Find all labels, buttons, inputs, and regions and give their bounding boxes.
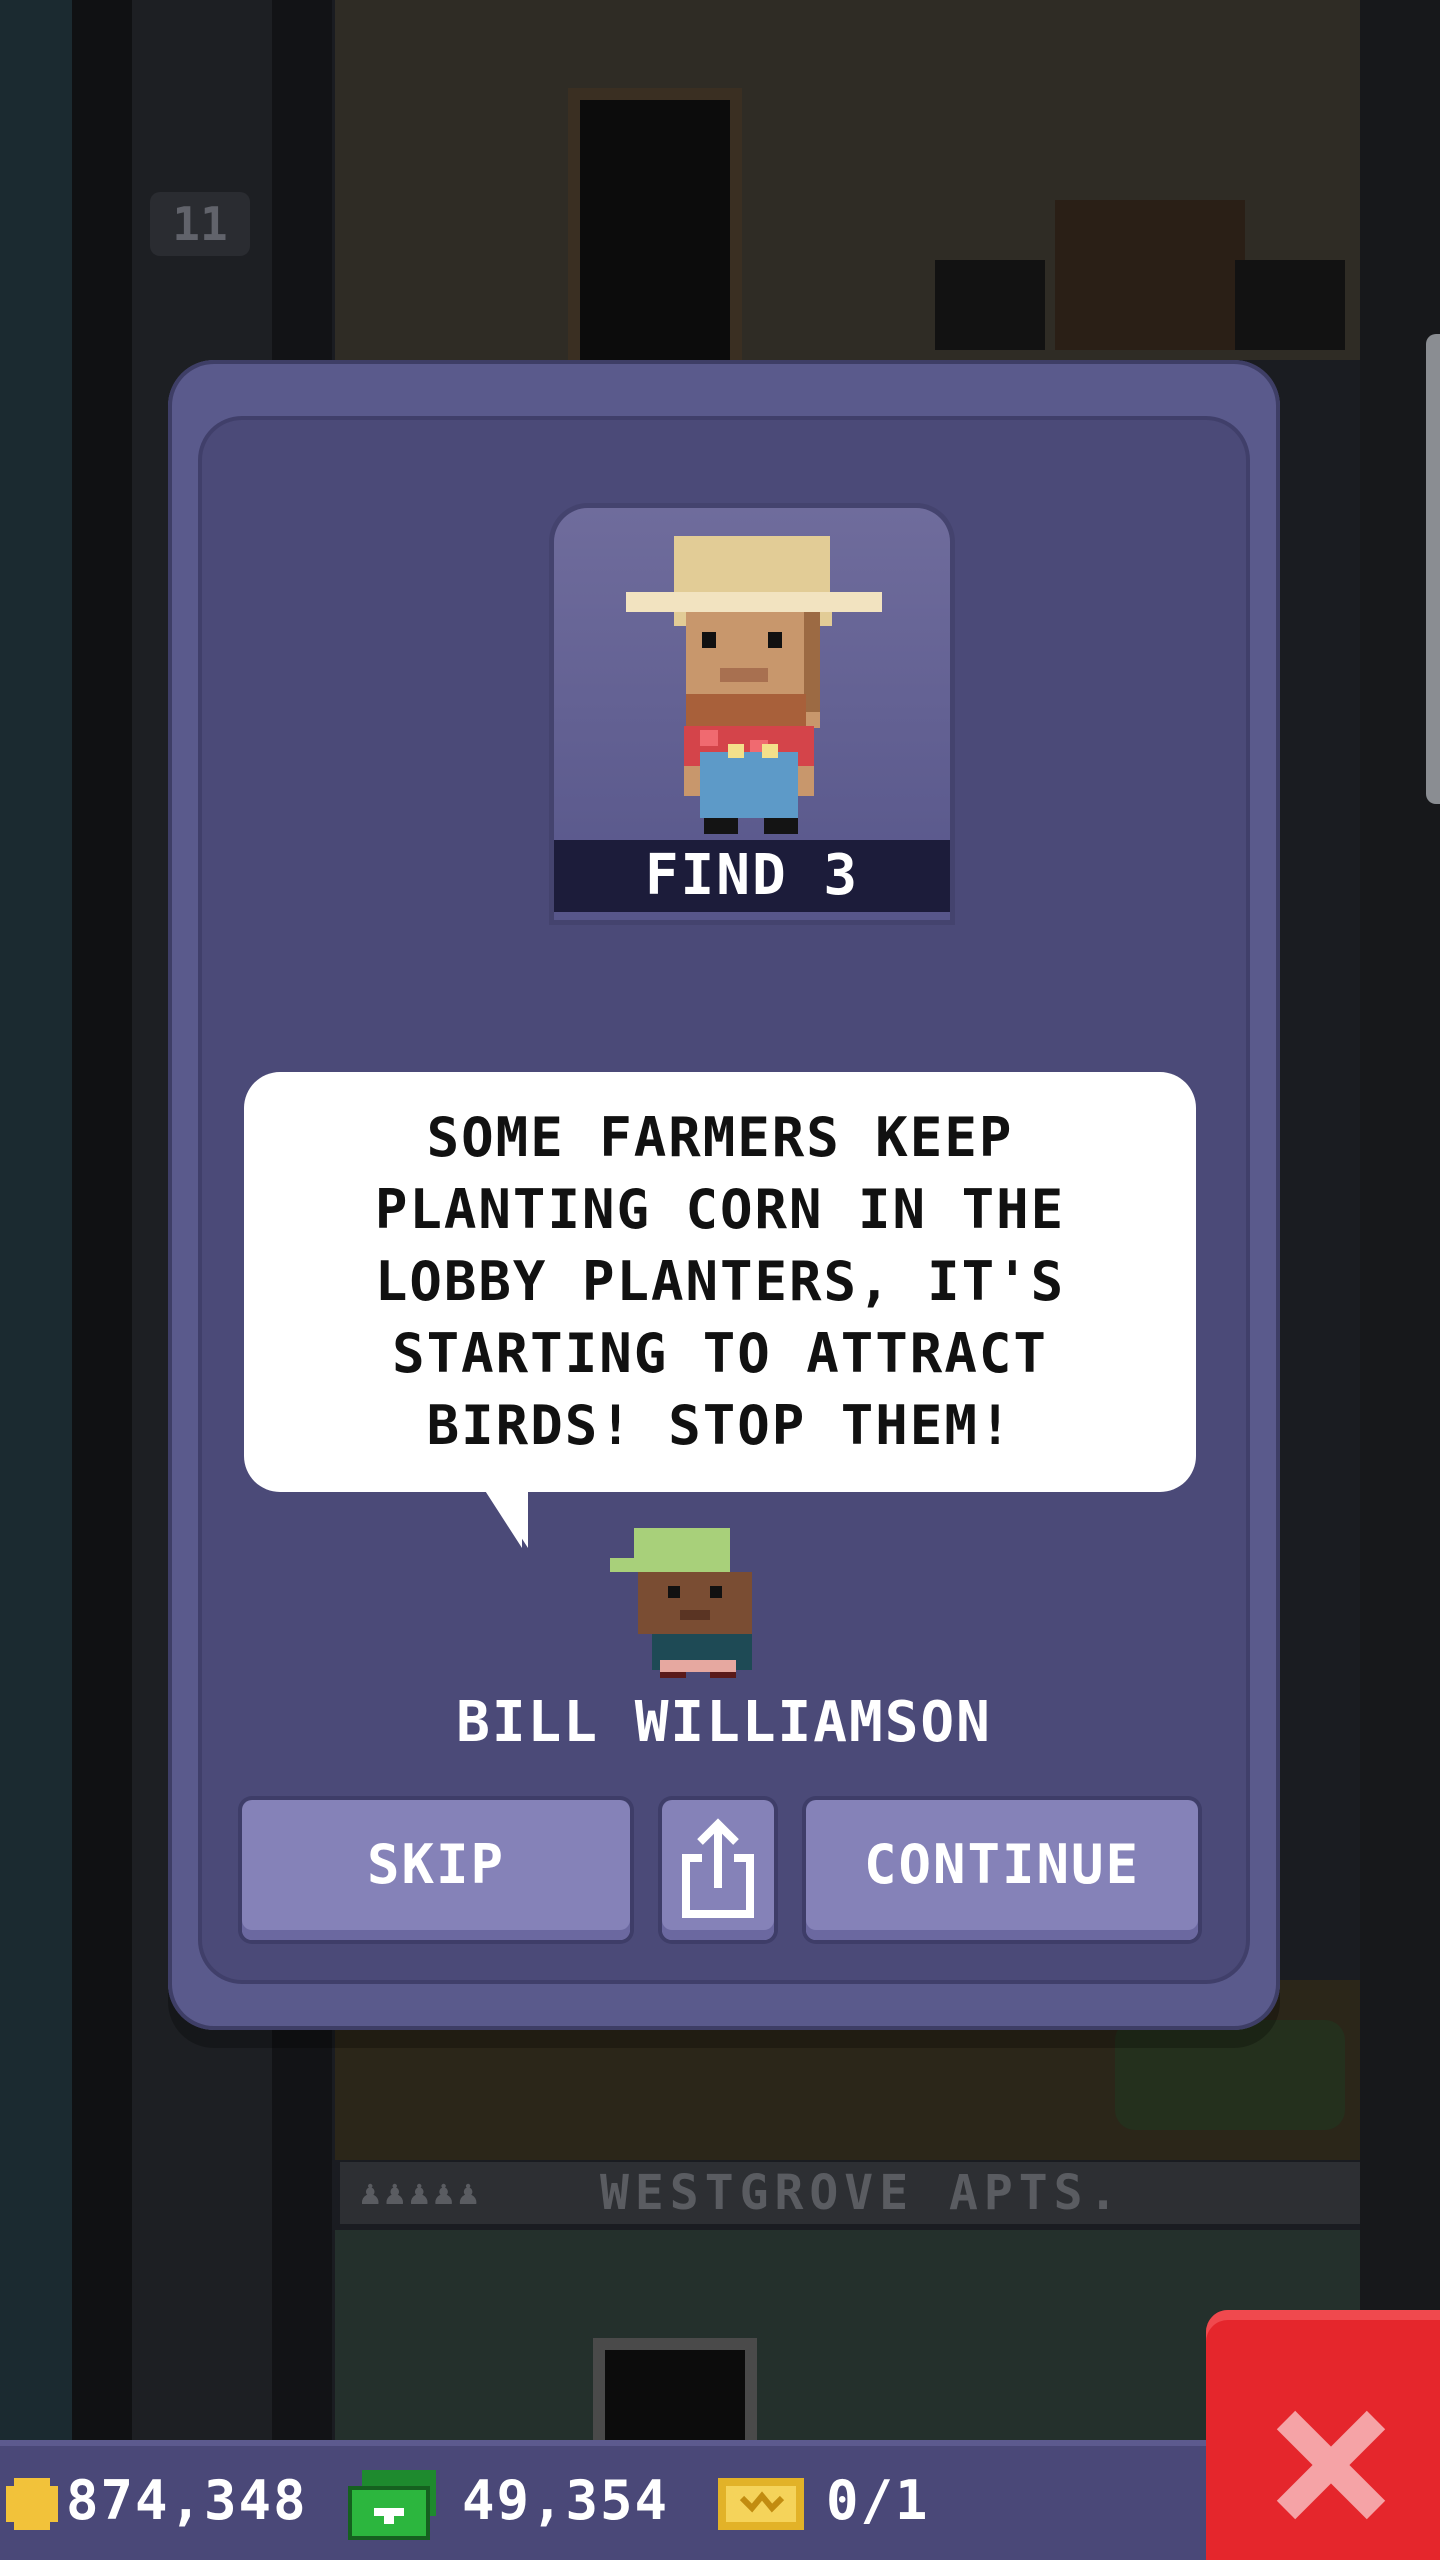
mouth bbox=[720, 668, 768, 682]
eye bbox=[702, 632, 716, 648]
bux-symbol bbox=[384, 2516, 394, 2524]
coin-body bbox=[6, 2486, 58, 2522]
resident-icons: ♟♟♟♟♟ bbox=[360, 2173, 483, 2213]
mouth bbox=[680, 1610, 710, 1620]
speaker-avatar bbox=[610, 1528, 752, 1678]
fireplace bbox=[1055, 200, 1245, 350]
plaid-pattern bbox=[700, 730, 718, 746]
floor-number: 11 bbox=[150, 192, 250, 256]
couch bbox=[1115, 2020, 1345, 2130]
speaker-name: BILL WILLIAMSON bbox=[456, 1690, 992, 1755]
shoe bbox=[710, 1672, 736, 1678]
boot bbox=[764, 818, 798, 834]
share-icon bbox=[682, 1818, 754, 1918]
speech-bubble: SOME FARMERS KEEP PLANTING CORN IN THE L… bbox=[244, 1072, 1196, 1492]
floor-sign: ♟♟♟♟♟ WESTGROVE APTS. bbox=[340, 2162, 1360, 2224]
mission-dialog: FIND 3 SOME FARMERS KEEP PLANTING CORN I… bbox=[168, 360, 1280, 2030]
farmer-avatar bbox=[626, 536, 882, 834]
room-door bbox=[580, 100, 730, 360]
eye bbox=[710, 1586, 722, 1598]
overall-button bbox=[762, 744, 778, 758]
cap-brim bbox=[610, 1558, 650, 1572]
tower-bux-icon bbox=[348, 2470, 436, 2540]
game-screen: 11 ♟♟♟♟♟ WESTGROVE APTS. FIND 3 SOME FAR… bbox=[0, 0, 1440, 2560]
room-door bbox=[605, 2350, 745, 2440]
speech-bubble-tail bbox=[482, 1486, 522, 1548]
hand bbox=[798, 766, 814, 796]
shoe bbox=[660, 1672, 686, 1678]
overall-button bbox=[728, 744, 744, 758]
bux-count: 49,354 bbox=[462, 2469, 670, 2532]
continue-button[interactable]: CONTINUE bbox=[806, 1800, 1198, 1940]
face bbox=[638, 1572, 752, 1634]
beard bbox=[686, 694, 806, 728]
shorts bbox=[660, 1660, 736, 1672]
close-icon bbox=[1276, 2410, 1386, 2520]
eye bbox=[768, 632, 782, 648]
hat-brim bbox=[626, 592, 882, 612]
close-button[interactable] bbox=[1206, 2310, 1440, 2560]
golden-ticket-icon bbox=[718, 2478, 804, 2530]
floor-sign-name: WESTGROVE APTS. bbox=[600, 2165, 1124, 2221]
coins-count: 874,348 bbox=[66, 2469, 308, 2532]
boot bbox=[704, 818, 738, 834]
face-shade bbox=[804, 612, 820, 712]
left-edge bbox=[0, 0, 72, 2560]
mission-goal-label: FIND 3 bbox=[554, 840, 950, 912]
tickets-count: 0/1 bbox=[826, 2469, 930, 2532]
skip-button[interactable]: SKIP bbox=[242, 1800, 630, 1940]
side-panel-tab[interactable] bbox=[1426, 334, 1440, 804]
armchair bbox=[1235, 260, 1345, 350]
mission-dialog-body: FIND 3 SOME FARMERS KEEP PLANTING CORN I… bbox=[202, 420, 1246, 1980]
ticket-face bbox=[726, 2486, 796, 2522]
bux-symbol bbox=[374, 2508, 404, 2516]
armchair bbox=[935, 260, 1045, 350]
floor-room[interactable] bbox=[335, 0, 1360, 360]
share-button[interactable] bbox=[662, 1800, 774, 1940]
elevator-shaft-wall bbox=[72, 0, 132, 2560]
hand bbox=[684, 766, 700, 796]
overalls bbox=[700, 752, 798, 818]
eye bbox=[668, 1586, 680, 1598]
coin-icon bbox=[6, 2478, 58, 2530]
